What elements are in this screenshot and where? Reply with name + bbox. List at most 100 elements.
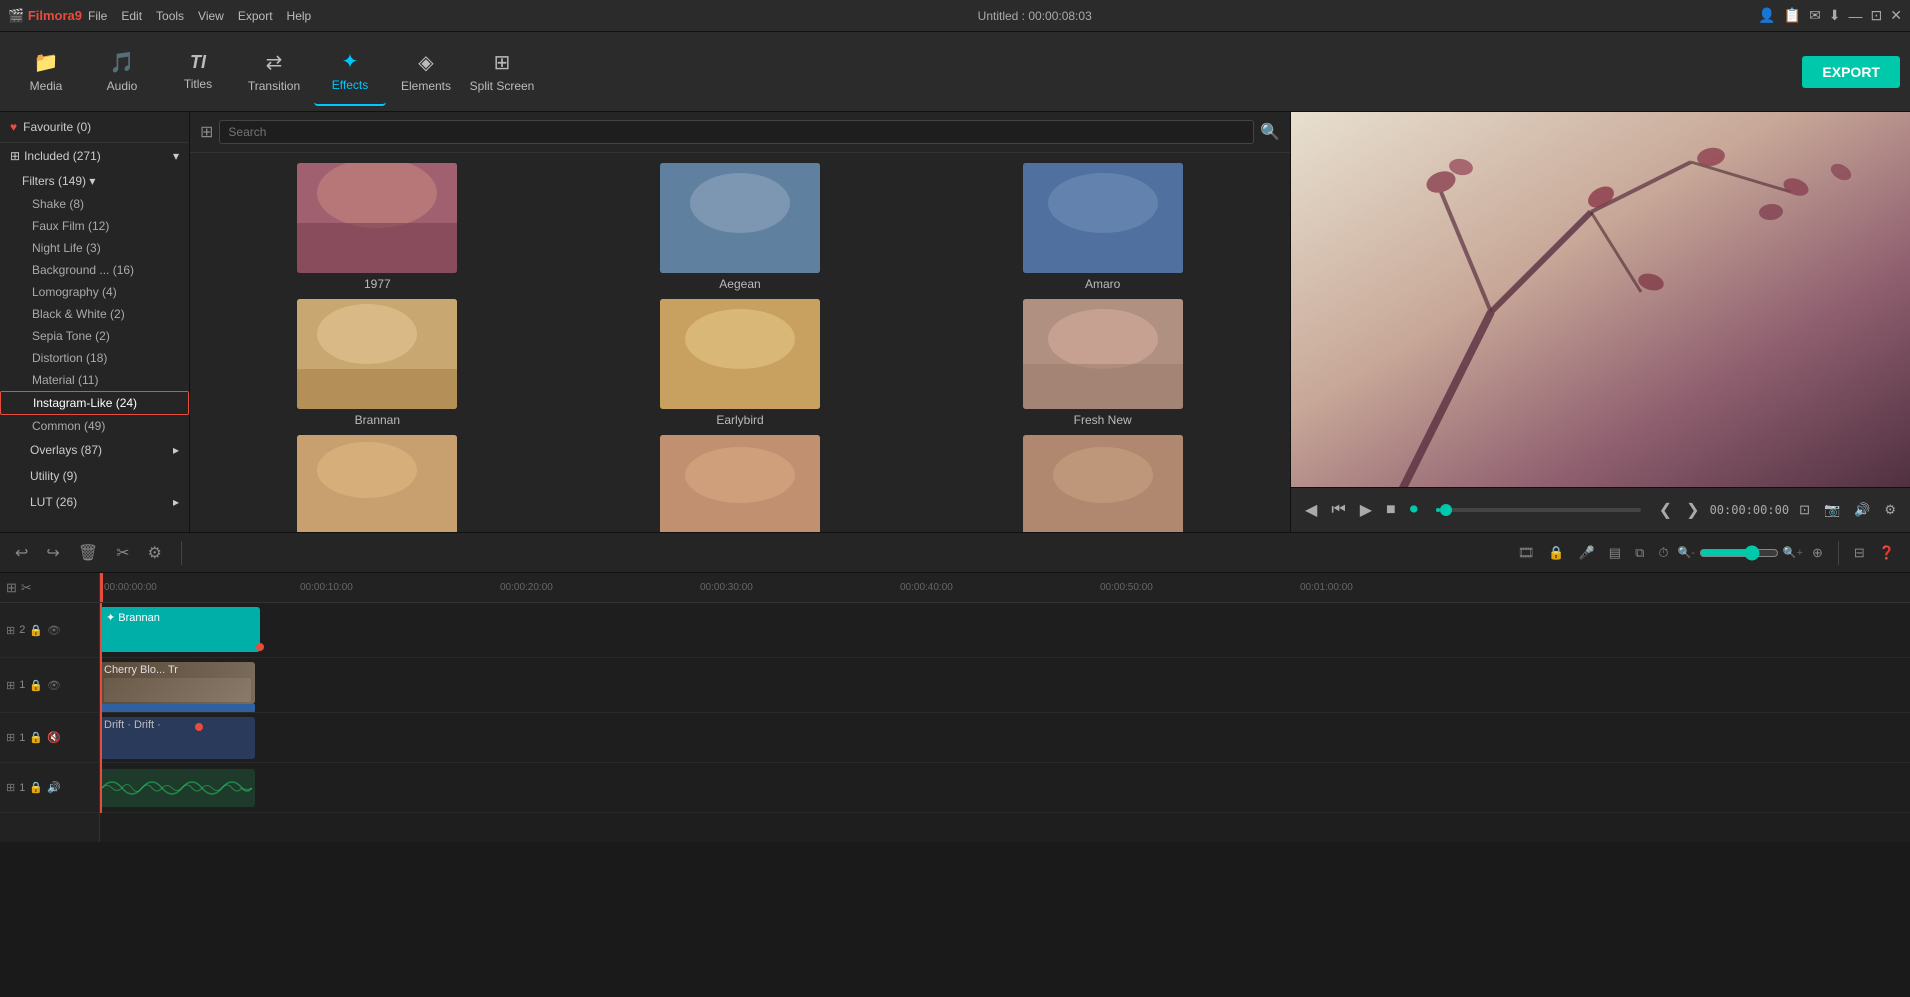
settings-button[interactable]: ⚙ (1880, 500, 1900, 520)
filters-group[interactable]: Filters (149) ▾ (0, 169, 189, 193)
toolbar-transition[interactable]: ⇄ Transition (238, 38, 310, 106)
track-audio-lock[interactable]: 🔒 (29, 731, 43, 744)
screenshot-button[interactable]: 📷 (1820, 500, 1844, 520)
stop-button[interactable]: ■ (1382, 499, 1400, 521)
menu-export[interactable]: Export (238, 9, 273, 23)
clip-audio[interactable] (100, 769, 255, 807)
sidebar-item-sepia[interactable]: Sepia Tone (2) (0, 325, 189, 347)
sidebar-item-common[interactable]: Common (49) (0, 415, 189, 437)
toolbar-effects[interactable]: ✦ Effects (314, 38, 386, 106)
favourite-section[interactable]: ♥ Favourite (0) (0, 112, 189, 143)
sidebar-item-shake[interactable]: Shake (8) (0, 193, 189, 215)
grid-view-icon[interactable]: ⊞ (200, 122, 213, 142)
overlays-group[interactable]: Overlays (87) ▸ (0, 437, 189, 463)
nav-prev-button[interactable]: ❮ (1655, 498, 1676, 522)
effect-item-row3a[interactable] (200, 435, 555, 532)
clip-drift[interactable]: Drift · Drift · (100, 717, 255, 759)
zoom-controls: 🎞 🔒 🎤 ▤ ⧉ ⏱ 🔍- 🔍+ ⊕ ⊟ ❓ (1513, 541, 1900, 565)
effect-item-brannan[interactable]: Brannan (200, 299, 555, 427)
track-2-lock[interactable]: 🔒 (29, 624, 43, 637)
track-2-row: ✦ Brannan (100, 603, 1910, 658)
split-track-button[interactable]: ⊟ (1849, 543, 1870, 563)
zoom-snap-button[interactable]: ⊕ (1807, 543, 1828, 563)
clip-blue-bar[interactable] (100, 704, 255, 712)
volume-button[interactable]: 🔊 (1850, 500, 1874, 520)
minimize-button[interactable]: — (1849, 8, 1863, 24)
redo-button[interactable]: ↪ (41, 541, 64, 565)
zoom-text-button[interactable]: ▤ (1604, 543, 1626, 563)
menu-help[interactable]: Help (287, 9, 312, 23)
menu-file[interactable]: File (88, 9, 107, 23)
zoom-slider[interactable] (1699, 545, 1779, 561)
sidebar-item-black-white[interactable]: Black & White (2) (0, 303, 189, 325)
menu-edit[interactable]: Edit (121, 9, 142, 23)
progress-bar[interactable] (1436, 508, 1641, 512)
download-icon[interactable]: ⬇ (1829, 7, 1841, 24)
clip-brannan-marker (256, 643, 264, 651)
restore-button[interactable]: ⊡ (1871, 7, 1883, 24)
scissors-icon[interactable]: ✂ (21, 580, 32, 596)
track-audio-mute[interactable]: 🔇 (47, 731, 61, 744)
utility-label: Utility (9) (30, 469, 179, 483)
track-1-eye[interactable]: 👁 (47, 679, 61, 692)
zoom-fit-button[interactable]: 🎞 (1513, 543, 1540, 563)
adjust-button[interactable]: ⚙ (143, 541, 167, 565)
sidebar-item-lomography[interactable]: Lomography (4) (0, 281, 189, 303)
track-audio2-lock[interactable]: 🔒 (29, 781, 43, 794)
track-audio2-mute[interactable]: 🔊 (47, 781, 61, 794)
toolbar-media[interactable]: 📁 Media (10, 38, 82, 106)
lut-group[interactable]: LUT (26) ▸ (0, 489, 189, 515)
effect-item-earlybird[interactable]: Earlybird (563, 299, 918, 427)
zoom-in-icon: 🔍+ (1783, 546, 1803, 559)
export-button[interactable]: EXPORT (1802, 56, 1900, 88)
play-button[interactable]: ▶ (1356, 498, 1376, 522)
zoom-lock-button[interactable]: 🔒 (1543, 543, 1569, 563)
search-icon[interactable]: 🔍 (1260, 122, 1280, 142)
sidebar-item-material[interactable]: Material (11) (0, 369, 189, 391)
undo-button[interactable]: ↩ (10, 541, 33, 565)
effect-item-row3b[interactable] (563, 435, 918, 532)
toolbar-split-screen[interactable]: ⊞ Split Screen (466, 38, 538, 106)
zoom-mic-button[interactable]: 🎤 (1574, 543, 1600, 563)
sidebar-item-distortion[interactable]: Distortion (18) (0, 347, 189, 369)
toolbar-elements[interactable]: ◈ Elements (390, 38, 462, 106)
toolbar-audio[interactable]: 🎵 Audio (86, 38, 158, 106)
effect-item-1977[interactable]: 1977 (200, 163, 555, 291)
add-track-icon[interactable]: ⊞ (6, 580, 17, 596)
utility-group[interactable]: Utility (9) (0, 463, 189, 489)
sidebar-item-instagram[interactable]: Instagram-Like (24) (0, 391, 189, 415)
nav-next-button[interactable]: ❯ (1682, 498, 1703, 522)
search-input[interactable] (219, 120, 1254, 144)
clip-brannan[interactable]: ✦ Brannan (100, 607, 260, 652)
track-1-lock[interactable]: 🔒 (29, 679, 43, 692)
sidebar-item-faux-film[interactable]: Faux Film (12) (0, 215, 189, 237)
fullscreen-button[interactable]: ⊡ (1795, 500, 1814, 520)
effect-label-earlybird: Earlybird (716, 413, 763, 427)
track-2-eye[interactable]: 👁 (47, 624, 61, 637)
menu-view[interactable]: View (198, 9, 224, 23)
delete-button[interactable]: 🗑 (73, 541, 103, 565)
toolbar-titles[interactable]: TI Titles (162, 38, 234, 106)
cut-button[interactable]: ✂ (111, 541, 134, 565)
included-group[interactable]: ⊞ Included (271) ▾ (0, 143, 189, 169)
sidebar-item-background[interactable]: Background ... (16) (0, 259, 189, 281)
clip-cherry-thumb (104, 678, 251, 702)
mail-icon[interactable]: ✉ (1809, 7, 1821, 24)
effect-item-freshnew[interactable]: Fresh New (925, 299, 1280, 427)
step-back-button[interactable]: ⏮ (1327, 499, 1349, 521)
bookmark-icon[interactable]: 📋 (1784, 7, 1801, 24)
progress-dot (1440, 504, 1452, 516)
zoom-speed-button[interactable]: ⏱ (1653, 543, 1673, 563)
rewind-button[interactable]: ◀ (1301, 498, 1321, 522)
sidebar-item-night-life[interactable]: Night Life (3) (0, 237, 189, 259)
user-icon[interactable]: 👤 (1758, 7, 1775, 24)
effect-item-amaro[interactable]: Amaro (925, 163, 1280, 291)
close-button[interactable]: ✕ (1890, 7, 1902, 24)
help-button[interactable]: ❓ (1874, 543, 1900, 563)
menu-tools[interactable]: Tools (156, 9, 184, 23)
zoom-pip-button[interactable]: ⧉ (1630, 543, 1649, 563)
record-button[interactable]: ⏺ (1406, 499, 1422, 521)
effect-item-row3c[interactable] (925, 435, 1280, 532)
effect-item-aegean[interactable]: Aegean (563, 163, 918, 291)
clip-cherry[interactable]: Cherry Blo... Tr (100, 662, 255, 704)
